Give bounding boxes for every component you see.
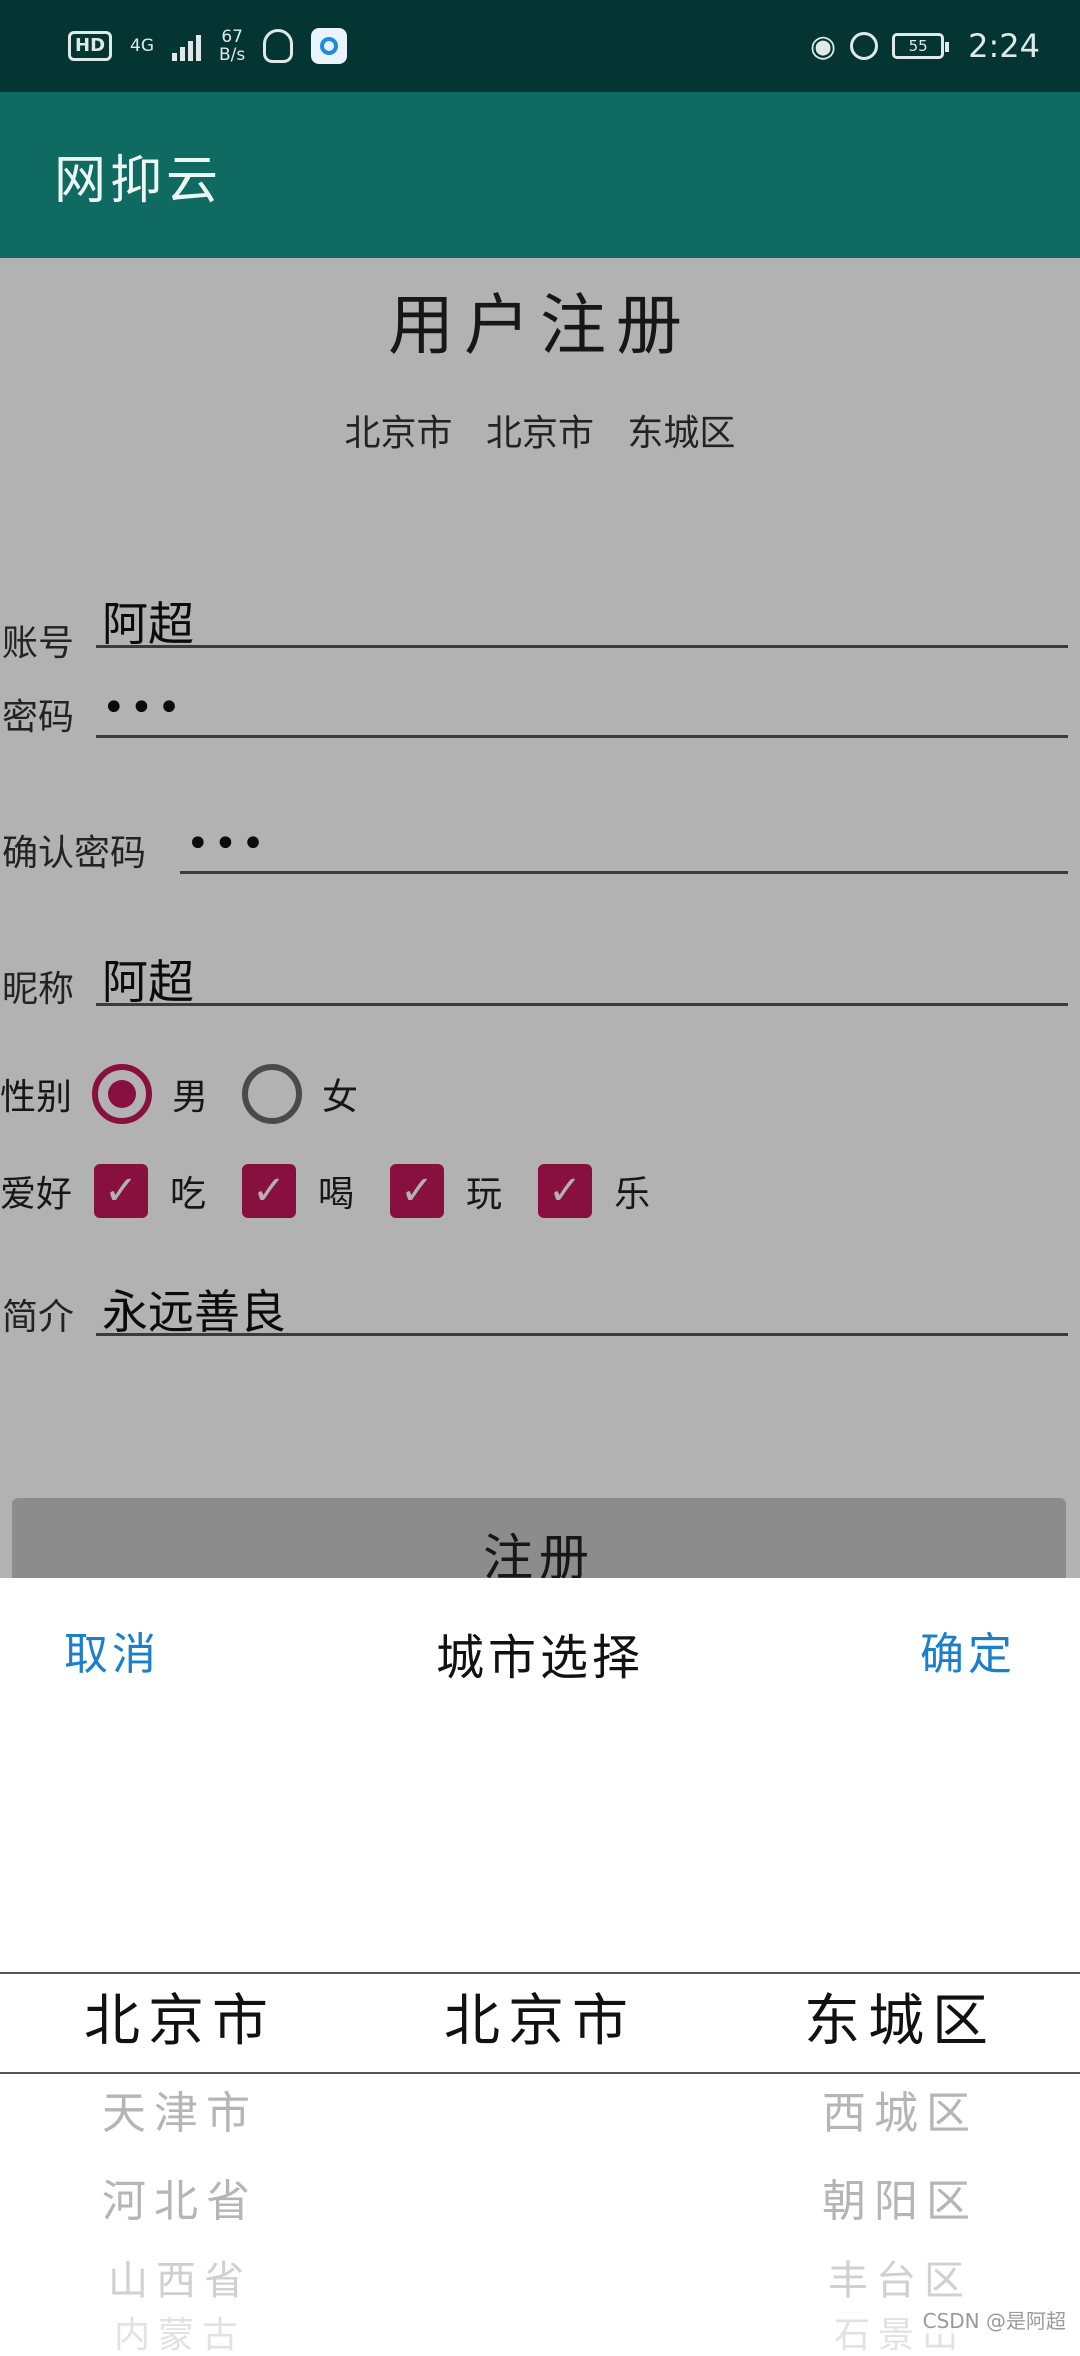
confirm-button[interactable]: 确定 xyxy=(920,1618,1016,1682)
district-selected[interactable]: 东城区 xyxy=(720,1974,1080,2070)
network-speed-unit: B/s xyxy=(219,45,246,65)
province-selected[interactable]: 北京市 xyxy=(0,1974,360,2070)
city-picker-title: 城市选择 xyxy=(435,1630,644,1686)
province-wheel[interactable]: 北京市 天津市 河北省 山西省 内蒙古 xyxy=(0,1974,360,2356)
district-option[interactable]: 西城区 xyxy=(720,2070,1080,2158)
district-option[interactable]: 朝阳区 xyxy=(720,2158,1080,2246)
clock: 2:24 xyxy=(968,27,1040,65)
app-bar: 网抑云 xyxy=(0,92,1080,258)
alarm-icon xyxy=(850,32,879,60)
app-title: 网抑云 xyxy=(54,150,223,211)
hd-badge: HD xyxy=(68,31,113,61)
cancel-button[interactable]: 取消 xyxy=(64,1618,160,1682)
qq-icon xyxy=(263,29,294,63)
battery-icon: 55 xyxy=(892,33,950,59)
city-selected[interactable]: 北京市 xyxy=(360,1974,720,2070)
dim-overlay[interactable] xyxy=(0,258,1080,1578)
province-option[interactable]: 河北省 xyxy=(0,2158,360,2246)
app-notification-icon xyxy=(311,28,348,64)
status-bar: HD 4G 67 B/s ◉ 55 2:24 xyxy=(0,0,1080,92)
network-speed-value: 67 xyxy=(221,27,243,47)
province-option[interactable]: 内蒙古 xyxy=(0,2316,360,2356)
city-picker-sheet: 城市选择 取消 确定 北京市 天津市 河北省 山西省 内蒙古 北京市 东城区 西… xyxy=(0,1578,1080,2356)
province-option[interactable]: 天津市 xyxy=(0,2070,360,2158)
city-wheel[interactable]: 北京市 xyxy=(360,1974,720,2070)
watermark: CSDN @是阿超 xyxy=(918,2305,1070,2334)
network-label: 4G xyxy=(130,36,155,56)
eye-comfort-icon: ◉ xyxy=(809,28,837,64)
network-speed: 67 B/s xyxy=(219,28,245,64)
signal-icon xyxy=(172,31,202,61)
district-wheel[interactable]: 东城区 西城区 朝阳区 丰台区 石景山 xyxy=(720,1974,1080,2356)
province-option[interactable]: 山西省 xyxy=(0,2246,360,2316)
